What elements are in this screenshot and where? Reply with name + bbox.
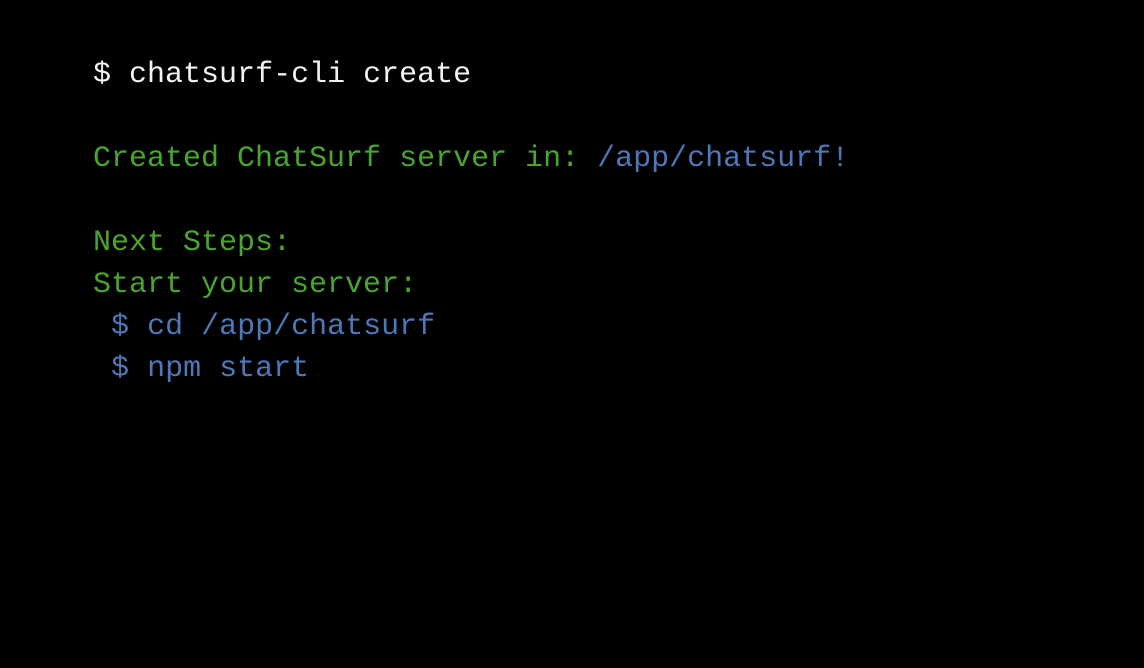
created-message-line: Created ChatSurf server in: /app/chatsur… <box>21 96 1144 176</box>
next-steps-heading-line: Next Steps: <box>21 180 1144 260</box>
step-command-cd: cd /app/chatsurf <box>147 310 436 344</box>
created-message-text: Created ChatSurf server in: <box>93 142 580 176</box>
next-steps-heading: Next Steps: <box>93 226 292 260</box>
command-text: chatsurf-cli create <box>129 58 472 92</box>
created-path-text: /app/chatsurf! <box>597 142 850 176</box>
step-prompt-symbol: $ <box>111 310 130 344</box>
start-server-label: Start your server: <box>93 268 418 302</box>
step-command-npm: npm start <box>147 352 310 386</box>
step-prompt-symbol: $ <box>111 352 130 386</box>
command-line: $ chatsurf-cli create <box>21 12 1144 92</box>
terminal-window[interactable]: $ chatsurf-cli create Created ChatSurf s… <box>0 0 1144 668</box>
prompt-symbol: $ <box>93 58 112 92</box>
